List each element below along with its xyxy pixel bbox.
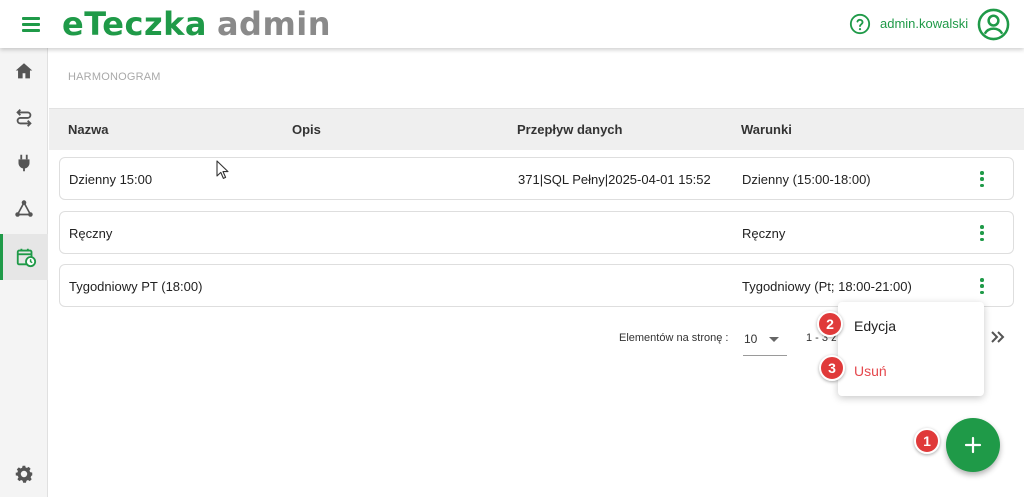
column-header-nazwa[interactable]: Nazwa [68, 122, 108, 137]
delete-menu-item[interactable]: Usuń [838, 351, 984, 391]
table-row[interactable]: Ręczny Ręczny [59, 211, 1014, 254]
row-context-menu: Edycja Usuń [838, 302, 984, 396]
sidebar-item-home[interactable] [0, 48, 48, 94]
user-avatar-icon[interactable] [977, 8, 1010, 41]
sidebar-item-connectors[interactable] [0, 140, 48, 186]
cell-warunki: Dzienny (15:00-18:00) [742, 172, 871, 187]
table-row[interactable]: Tygodniowy PT (18:00) Tygodniowy (Pt; 18… [59, 264, 1014, 307]
breadcrumb: HARMONOGRAM [68, 71, 161, 83]
route-icon [16, 109, 32, 127]
username-label[interactable]: admin.kowalski [880, 16, 968, 31]
plug-icon [18, 154, 30, 172]
page-size-value: 10 [744, 332, 758, 346]
plus-icon [964, 436, 982, 454]
home-icon [15, 63, 33, 79]
table-row[interactable]: Dzienny 15:00 371|SQL Pełny|2025-04-01 1… [59, 157, 1014, 200]
cell-warunki: Tygodniowy (Pt; 18:00-21:00) [742, 279, 912, 294]
chevron-down-icon [769, 337, 779, 342]
sidebar-item-network[interactable] [0, 186, 48, 232]
cell-przeplyw: 371|SQL Pełny|2025-04-01 15:52 [518, 172, 711, 187]
row-actions-more-icon[interactable] [972, 223, 992, 243]
column-header-przeplyw[interactable]: Przepływ danych [517, 122, 622, 137]
page-size-select[interactable]: 10 [743, 324, 787, 356]
sidebar-item-schedule[interactable] [0, 234, 48, 280]
brand-secondary: admin [216, 5, 332, 43]
cell-warunki: Ręczny [742, 226, 786, 241]
delete-menu-label: Usuń [854, 363, 887, 379]
add-schedule-button[interactable] [946, 418, 1000, 472]
cell-nazwa: Dzienny 15:00 [69, 172, 153, 187]
column-header-opis[interactable]: Opis [292, 122, 321, 137]
mouse-cursor-icon [216, 160, 229, 179]
row-actions-more-icon[interactable] [972, 276, 992, 296]
sidebar [0, 48, 48, 497]
table-header: Nazwa Opis Przepływ danych Warunki [49, 108, 1024, 150]
annotation-badge-edit: 2 [817, 311, 843, 337]
help-icon[interactable] [849, 13, 871, 35]
calendar-clock-icon [16, 248, 36, 268]
sidebar-item-routes[interactable] [0, 94, 48, 140]
sidebar-item-settings[interactable] [0, 451, 48, 497]
gear-icon [15, 465, 33, 483]
page-size-label: Elementów na stronę : [619, 332, 729, 344]
top-bar: eTeczka admin admin.kowalski [0, 0, 1024, 48]
cell-nazwa: Tygodniowy PT (18:00) [69, 279, 203, 294]
cell-nazwa: Ręczny [69, 226, 113, 241]
network-icon [15, 200, 33, 217]
annotation-badge-add: 1 [914, 428, 940, 454]
app-logo: eTeczka admin [62, 5, 331, 43]
column-header-warunki[interactable]: Warunki [741, 122, 792, 137]
annotation-badge-delete: 3 [819, 355, 845, 381]
row-actions-more-icon[interactable] [972, 169, 992, 189]
edit-menu-label: Edycja [854, 318, 897, 334]
brand-primary: eTeczka [62, 5, 207, 43]
last-page-icon[interactable] [989, 328, 1007, 346]
menu-icon[interactable] [20, 14, 44, 34]
edit-menu-item[interactable]: Edycja [838, 306, 984, 346]
